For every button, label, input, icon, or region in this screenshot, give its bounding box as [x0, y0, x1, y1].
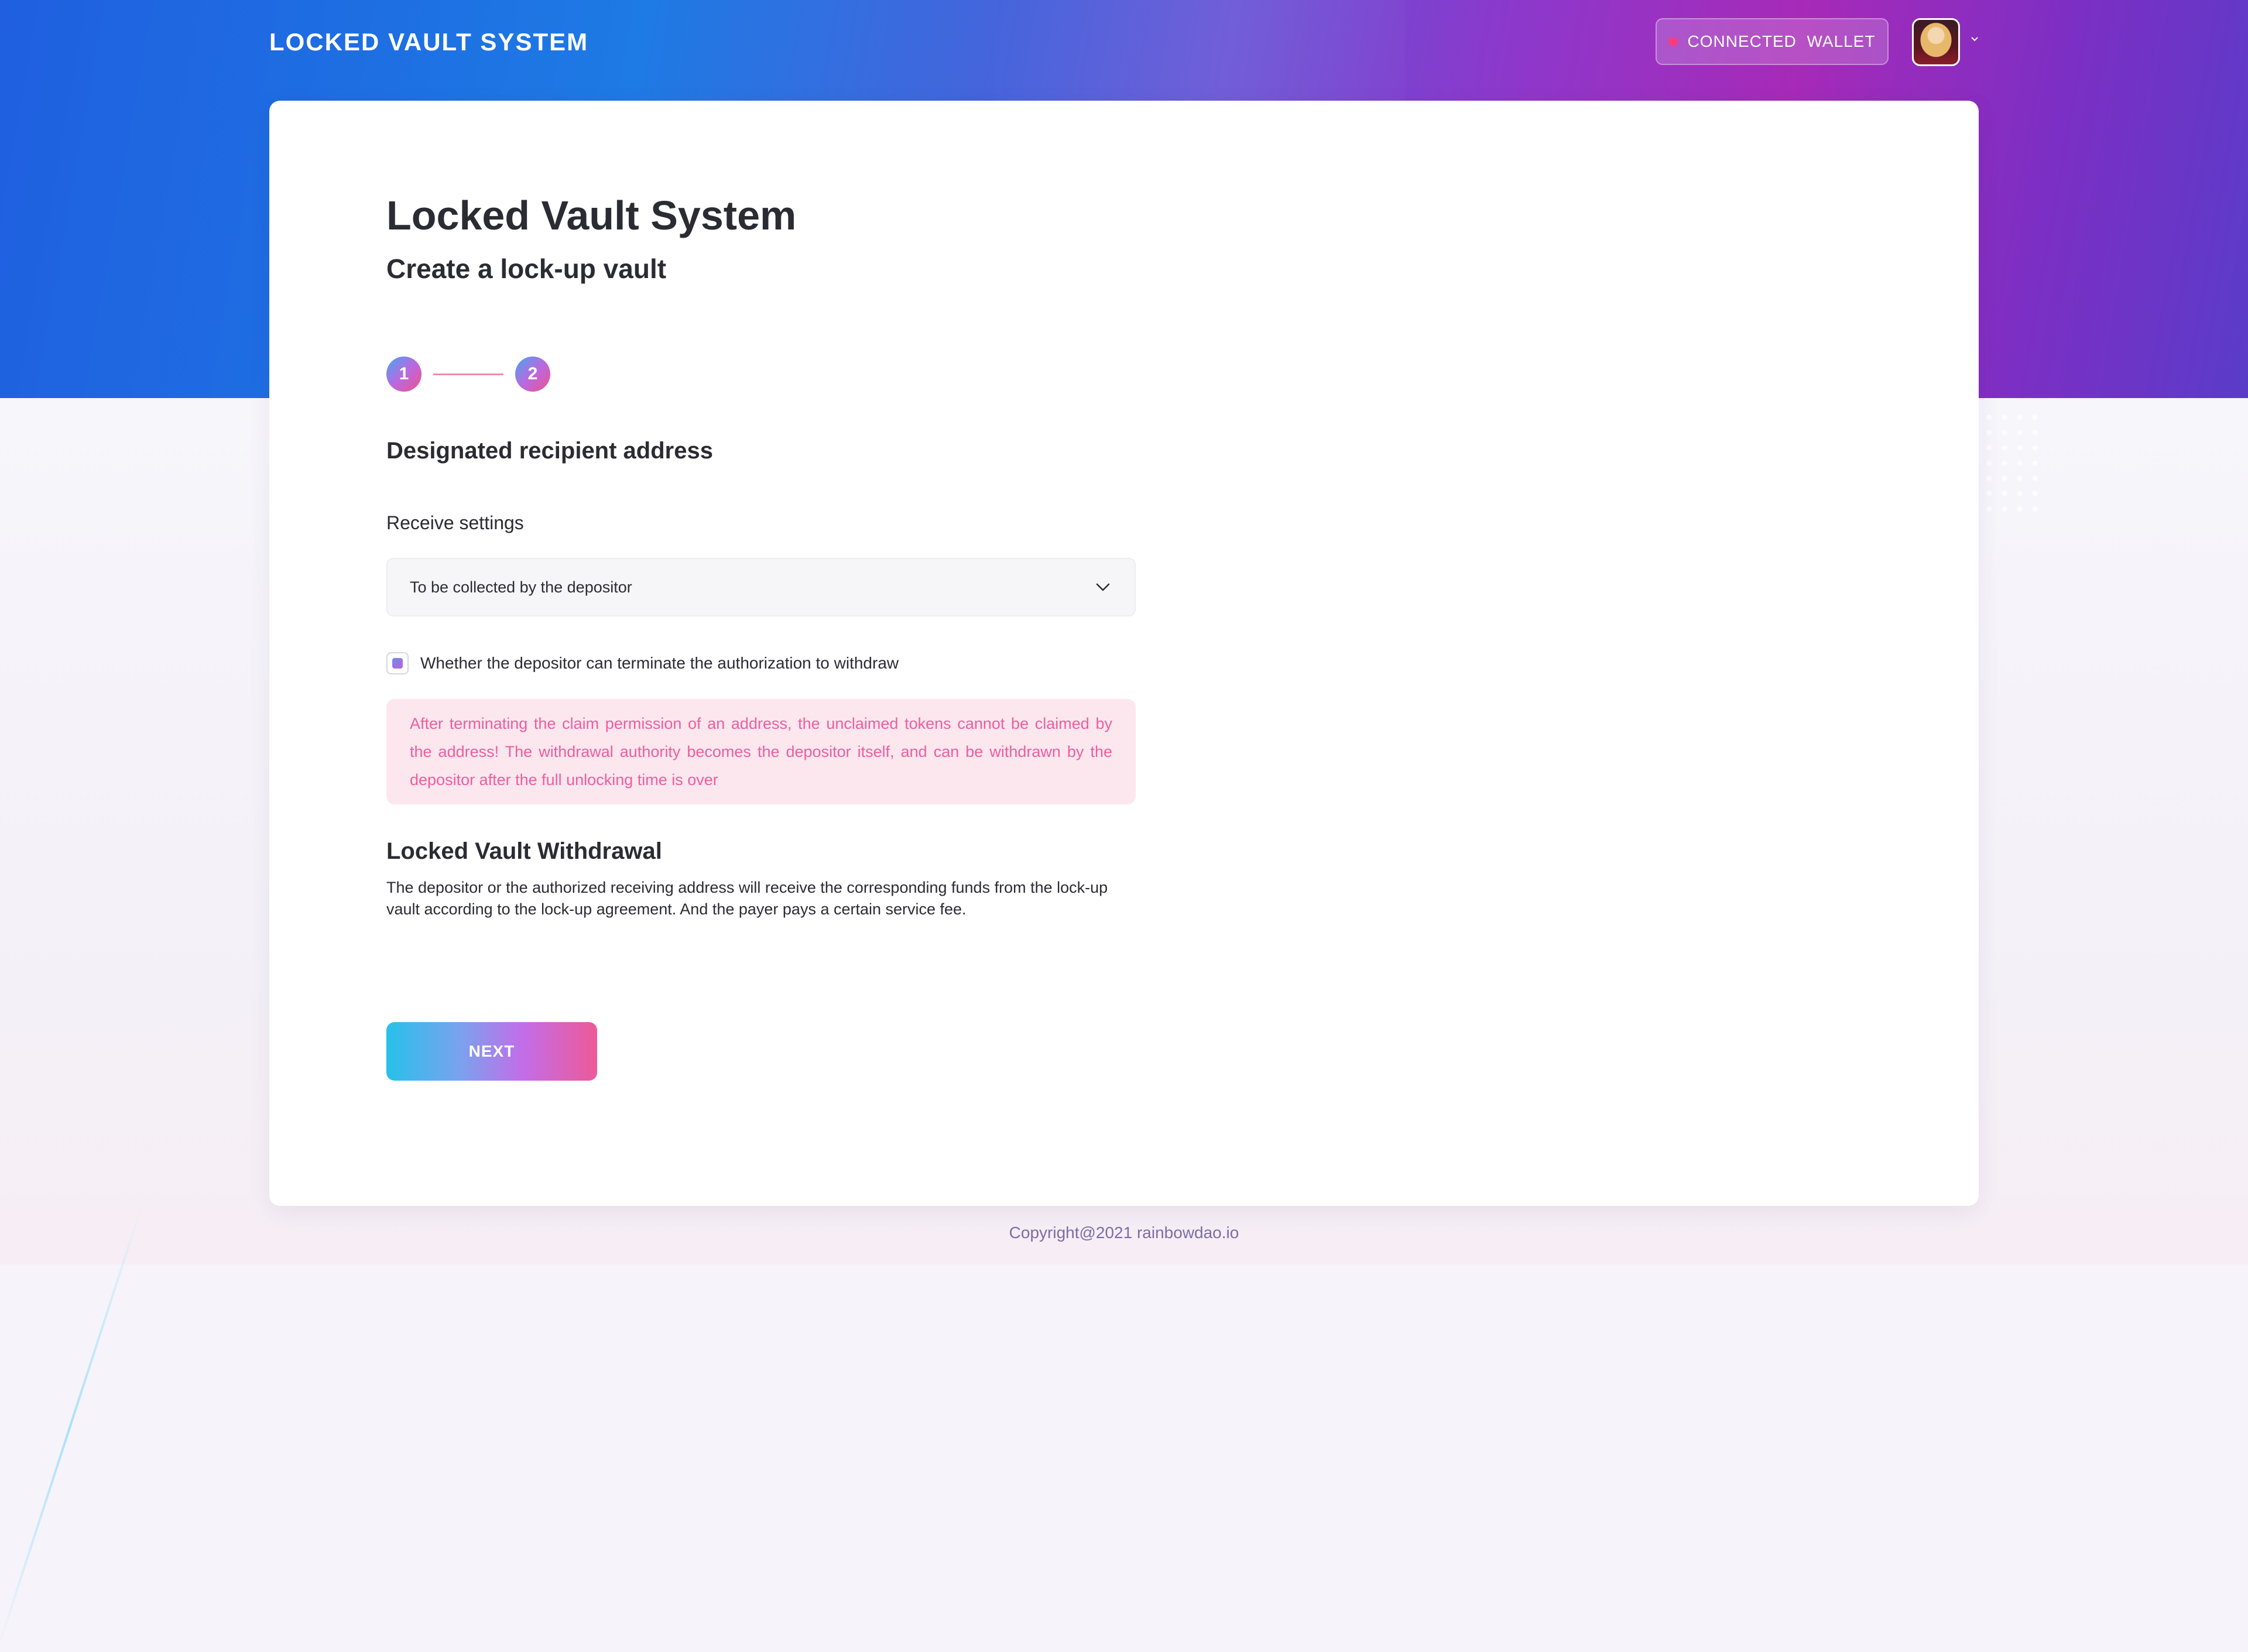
step-2[interactable]: 2: [515, 357, 550, 392]
connected-wallet-button[interactable]: CONNECTED WALLET: [1656, 18, 1889, 65]
section-title: Designated recipient address: [386, 438, 713, 464]
receive-settings-label: Receive settings: [386, 512, 524, 533]
avatar[interactable]: [1912, 18, 1960, 66]
warning-notice: After terminating the claim permission o…: [386, 699, 1136, 804]
next-button[interactable]: NEXT: [386, 1022, 597, 1081]
receive-settings-select[interactable]: To be collected by the depositor: [386, 558, 1136, 616]
top-bar: LOCKED VAULT SYSTEM CONNECTED WALLET: [0, 0, 2248, 88]
withdrawal-title: Locked Vault Withdrawal: [386, 838, 662, 864]
dot-pattern: [1982, 410, 2046, 521]
terminate-authorization-row: Whether the depositor can terminate the …: [386, 651, 899, 676]
receive-settings-value: To be collected by the depositor: [410, 578, 632, 596]
page-title: Locked Vault System: [386, 193, 797, 238]
brand-logo[interactable]: LOCKED VAULT SYSTEM: [269, 28, 588, 56]
chevron-down-icon: [1096, 583, 1110, 591]
step-indicator: 1 2: [386, 357, 550, 392]
wallet-status-dot: [1668, 37, 1677, 46]
withdrawal-description: The depositor or the authorized receivin…: [386, 879, 1108, 918]
checkbox-checked-mark: [392, 658, 403, 669]
wallet-button-label: CONNECTED WALLET: [1687, 32, 1876, 50]
footer-copyright: Copyright@2021 rainbowdao.io: [1009, 1223, 1239, 1242]
caret-down-icon[interactable]: [1971, 35, 1979, 43]
terminate-authorization-checkbox[interactable]: [386, 652, 409, 674]
step-connector: [433, 373, 503, 375]
page-subtitle: Create a lock-up vault: [386, 253, 667, 284]
light-streak: [0, 1206, 143, 1652]
terminate-authorization-label[interactable]: Whether the depositor can terminate the …: [420, 654, 899, 673]
step-1[interactable]: 1: [386, 357, 422, 392]
